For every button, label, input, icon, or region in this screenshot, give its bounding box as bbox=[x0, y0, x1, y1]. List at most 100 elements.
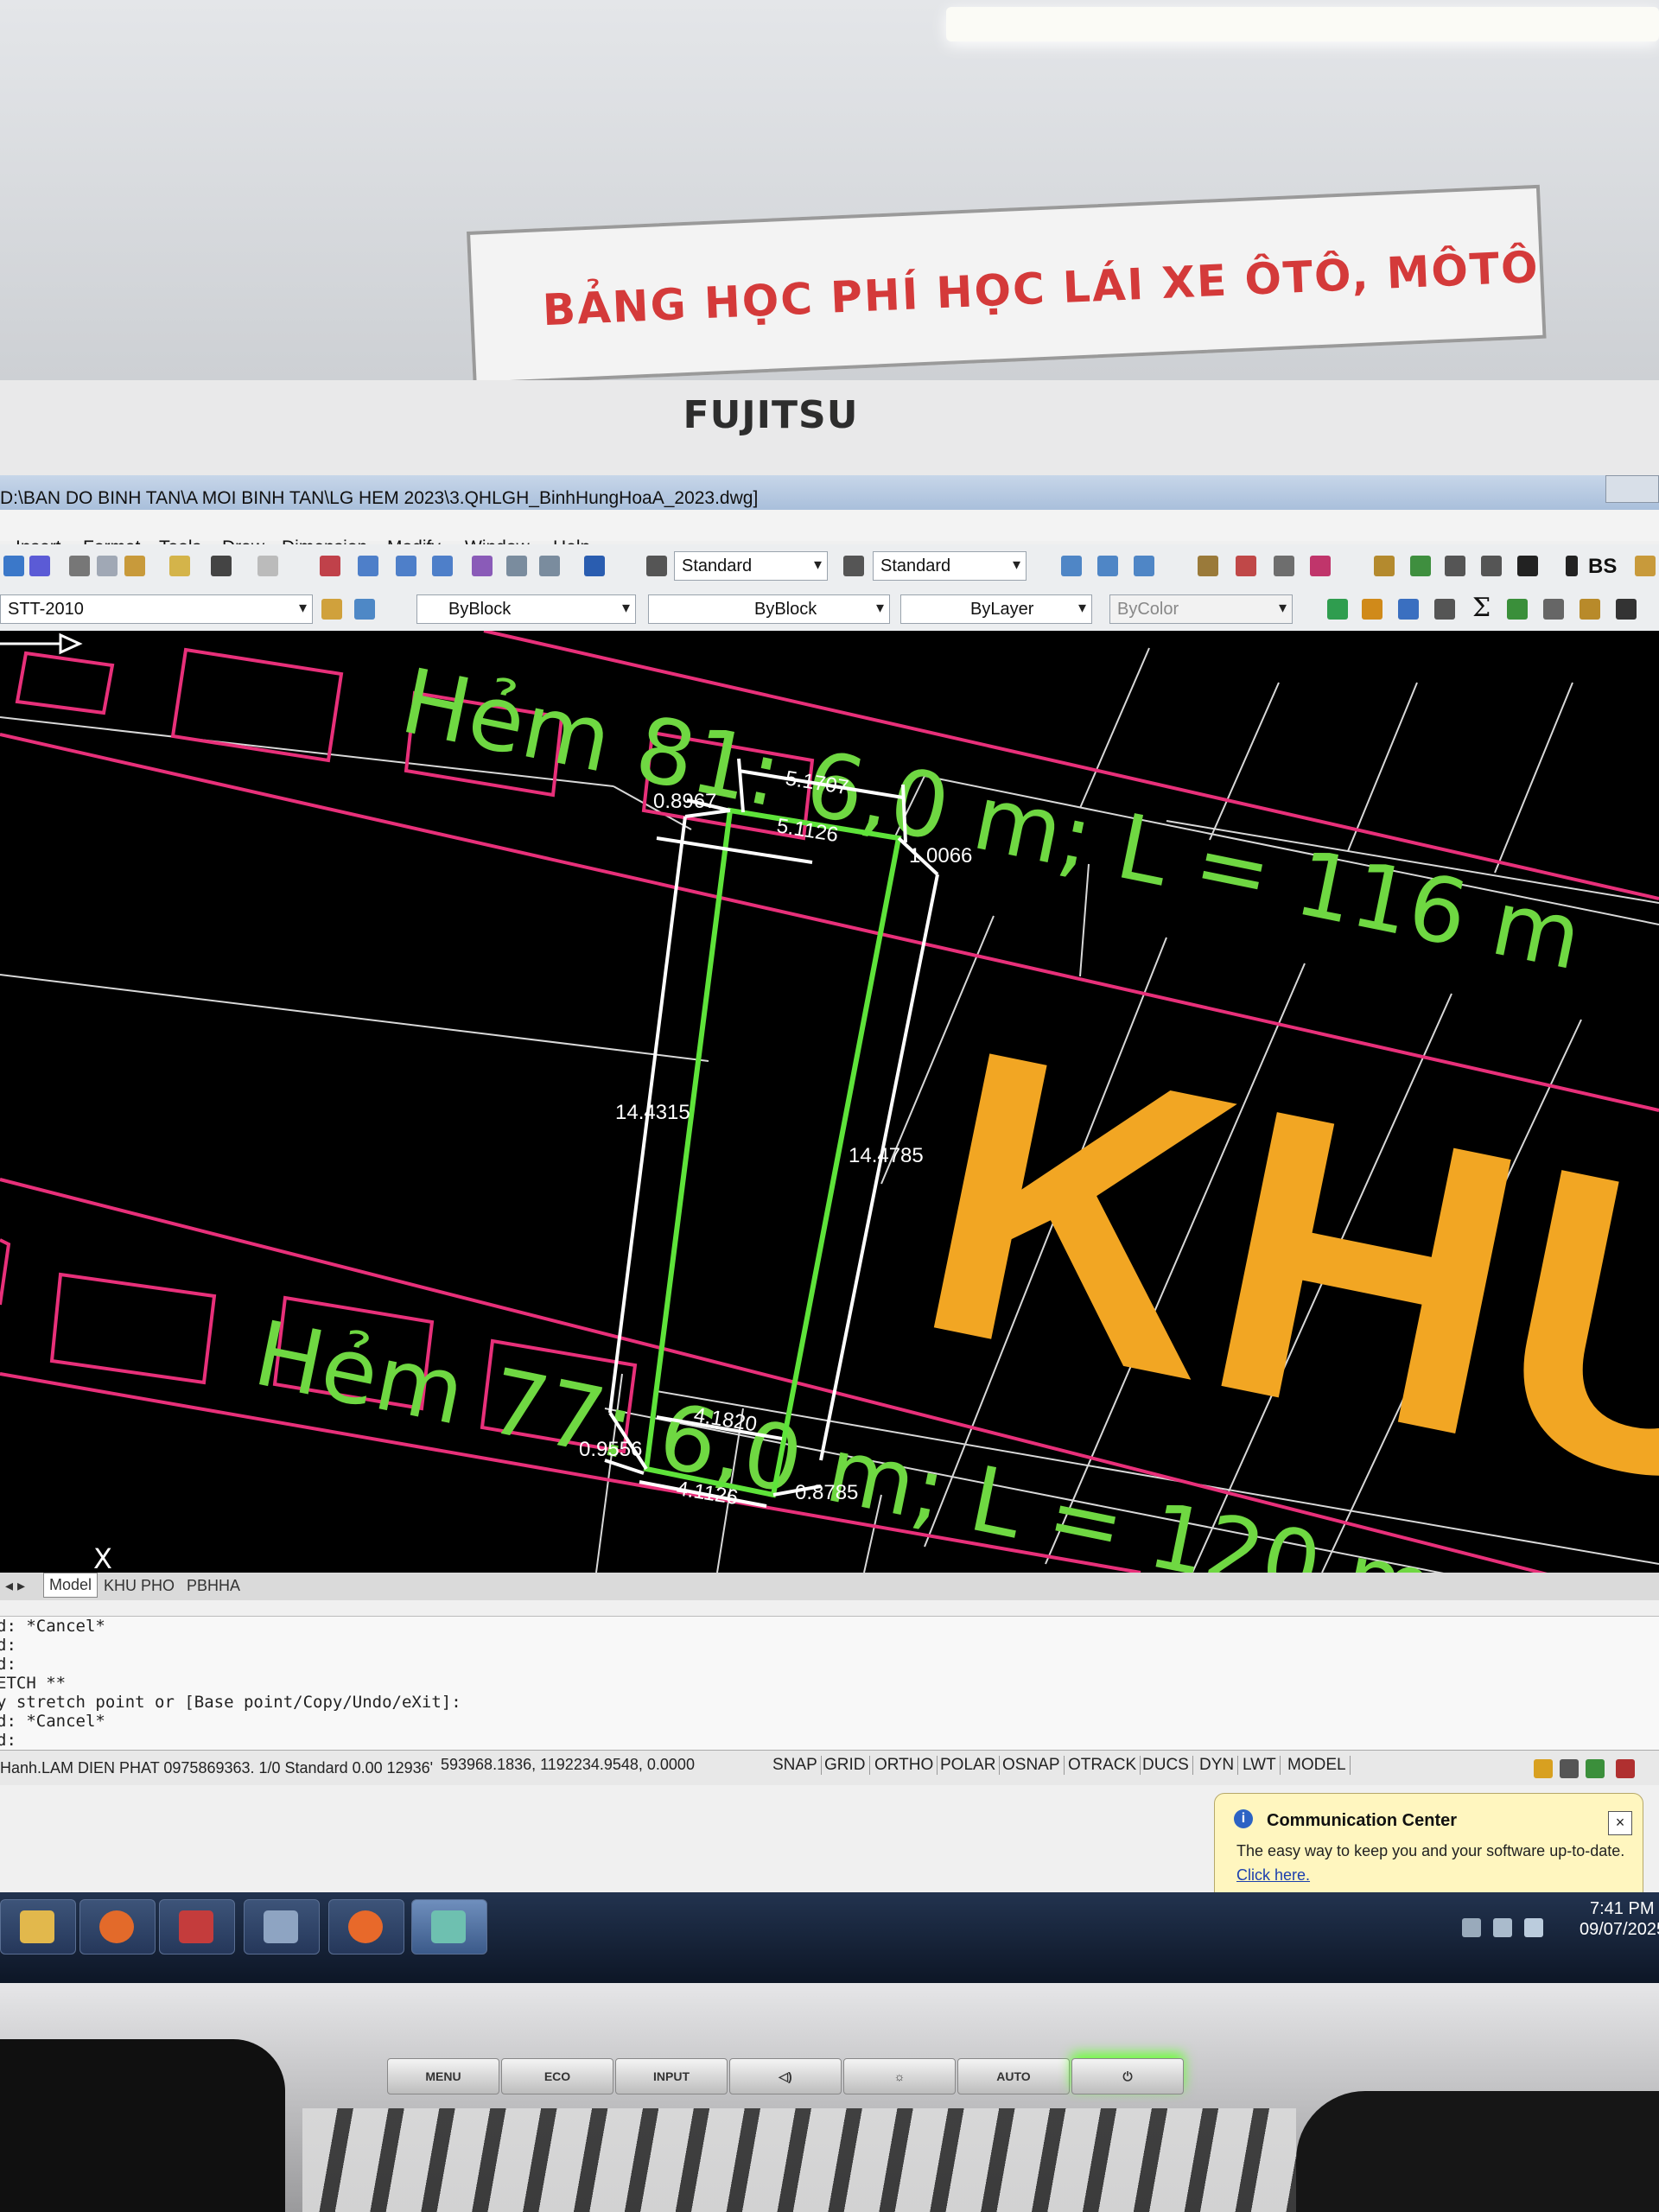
zoom-previous-icon[interactable] bbox=[432, 556, 453, 576]
multileader-icon[interactable] bbox=[1097, 556, 1118, 576]
tool-o-icon[interactable] bbox=[1434, 599, 1455, 620]
tool-r-icon[interactable] bbox=[1580, 599, 1600, 620]
design-center-icon[interactable] bbox=[506, 556, 527, 576]
tool-p-icon[interactable] bbox=[1507, 599, 1528, 620]
monitor-menu-button[interactable]: MENU bbox=[387, 2058, 499, 2094]
text-style-dropdown[interactable]: Standard bbox=[674, 551, 828, 581]
tool-l-icon[interactable] bbox=[1327, 599, 1348, 620]
plot-icon[interactable] bbox=[29, 556, 50, 576]
tool-i-icon[interactable] bbox=[1517, 556, 1538, 576]
tool-k-icon[interactable] bbox=[1635, 556, 1656, 576]
pan-icon[interactable] bbox=[320, 556, 340, 576]
tab-khu-pho[interactable]: KHU PHO bbox=[99, 1574, 180, 1598]
lwt-toggle[interactable]: LWT bbox=[1239, 1756, 1281, 1775]
layer-previous-icon[interactable] bbox=[354, 599, 375, 620]
properties-icon[interactable] bbox=[472, 556, 493, 576]
snap-toggle[interactable]: SNAP bbox=[769, 1756, 822, 1775]
layers-icon[interactable] bbox=[1134, 556, 1154, 576]
table-style-icon[interactable] bbox=[1061, 556, 1082, 576]
minimize-button[interactable] bbox=[1605, 475, 1659, 503]
drawing-canvas[interactable]: Hẻm 81: 6,0 m; L = 116 m Hẻm 77: 6,0 m; … bbox=[0, 631, 1659, 1573]
paste-icon[interactable] bbox=[124, 556, 145, 576]
cut-icon[interactable] bbox=[69, 556, 90, 576]
taskbar-autocad[interactable] bbox=[411, 1899, 487, 1955]
text-style-icon bbox=[646, 556, 667, 576]
tool-e-icon[interactable] bbox=[1374, 556, 1395, 576]
tool-c-icon[interactable] bbox=[1274, 556, 1294, 576]
monitor-brightness-button[interactable]: ☼ bbox=[843, 2058, 956, 2094]
show-hidden-icons-icon[interactable] bbox=[1462, 1918, 1481, 1937]
dyn-toggle[interactable]: DYN bbox=[1196, 1756, 1239, 1775]
layer-properties-icon[interactable] bbox=[321, 599, 342, 620]
command-history-line: d: bbox=[0, 1636, 16, 1655]
tab-model[interactable]: Model bbox=[43, 1573, 99, 1598]
ducs-toggle[interactable]: DUCS bbox=[1139, 1756, 1193, 1775]
tool-s-icon[interactable] bbox=[1616, 599, 1637, 620]
taskbar-firefox[interactable] bbox=[328, 1899, 404, 1955]
copy-icon[interactable] bbox=[97, 556, 118, 576]
dim-top-left-corner-label: 0.8967 bbox=[653, 790, 716, 813]
clock-time[interactable]: 7:41 PM bbox=[1590, 1899, 1654, 1919]
redo-icon[interactable] bbox=[257, 556, 278, 576]
monitor-auto-button[interactable]: AUTO bbox=[957, 2058, 1070, 2094]
clock-date[interactable]: 09/07/2025 bbox=[1580, 1920, 1659, 1940]
grid-toggle[interactable]: GRID bbox=[821, 1756, 870, 1775]
model-toggle[interactable]: MODEL bbox=[1284, 1756, 1351, 1775]
undo-icon[interactable] bbox=[211, 556, 232, 576]
help-icon[interactable] bbox=[584, 556, 605, 576]
command-line-history[interactable]: d: *Cancel* d: d: ETCH ** y stretch poin… bbox=[0, 1616, 1659, 1751]
lock-icon[interactable] bbox=[1560, 1759, 1579, 1778]
tool-f-icon[interactable] bbox=[1410, 556, 1431, 576]
windows-taskbar: 7:41 PM 09/07/2025 bbox=[0, 1892, 1659, 1983]
monitor-volume-button[interactable]: ◁) bbox=[729, 2058, 842, 2094]
monitor-power-button[interactable]: ⏻ bbox=[1071, 2058, 1184, 2094]
osnap-toggle[interactable]: OSNAP bbox=[999, 1756, 1065, 1775]
command-prompt-line[interactable]: d: bbox=[0, 1731, 16, 1750]
zoom-realtime-icon[interactable] bbox=[358, 556, 378, 576]
tool-g-icon[interactable] bbox=[1445, 556, 1465, 576]
monitor-input-button[interactable]: INPUT bbox=[615, 2058, 728, 2094]
tool-q-icon[interactable] bbox=[1543, 599, 1564, 620]
match-properties-icon[interactable] bbox=[169, 556, 190, 576]
tab-pbhha[interactable]: PBHHA bbox=[181, 1574, 245, 1598]
warning-icon[interactable] bbox=[1534, 1759, 1553, 1778]
dimension-style-dropdown[interactable]: Standard bbox=[873, 551, 1027, 581]
tool-n-icon[interactable] bbox=[1398, 599, 1419, 620]
boundary-box-8 bbox=[0, 1238, 11, 1306]
taskbar-app[interactable] bbox=[159, 1899, 235, 1955]
linetype-dropdown[interactable]: ByBlock bbox=[648, 594, 890, 624]
layer-dropdown[interactable]: STT-2010 bbox=[0, 594, 313, 624]
status-tray-icon[interactable] bbox=[1586, 1759, 1605, 1778]
settings-icon[interactable] bbox=[1616, 1759, 1635, 1778]
flag-icon[interactable] bbox=[1524, 1918, 1543, 1937]
autocad-icon bbox=[431, 1910, 466, 1943]
zoom-window-icon[interactable] bbox=[396, 556, 416, 576]
lineweight-dropdown[interactable]: ByLayer bbox=[900, 594, 1092, 624]
tool-a-icon[interactable] bbox=[1198, 556, 1218, 576]
sum-icon[interactable]: Σ bbox=[1472, 593, 1491, 623]
color-dropdown[interactable]: ByBlock bbox=[416, 594, 636, 624]
open-icon[interactable] bbox=[3, 556, 24, 576]
left-speaker bbox=[0, 2039, 285, 2212]
taskbar-media-player[interactable] bbox=[79, 1899, 156, 1955]
polar-toggle[interactable]: POLAR bbox=[937, 1756, 1001, 1775]
coordinate-readout: 593968.1836, 1192234.9548, 0.0000 bbox=[441, 1756, 695, 1773]
tool-j-icon[interactable] bbox=[1566, 556, 1578, 576]
tool-b-icon[interactable] bbox=[1236, 556, 1256, 576]
monitor-eco-button[interactable]: ECO bbox=[501, 2058, 613, 2094]
monitor-brand-logo: FUJITSU bbox=[683, 393, 859, 437]
plot-style-dropdown[interactable]: ByColor bbox=[1109, 594, 1293, 624]
tab-nav-arrows[interactable]: ◂ ▸ bbox=[0, 1574, 30, 1598]
tool-h-icon[interactable] bbox=[1481, 556, 1502, 576]
close-button[interactable]: × bbox=[1608, 1811, 1632, 1835]
click-here-link[interactable]: Click here. bbox=[1236, 1866, 1310, 1885]
taskbar-explorer[interactable] bbox=[0, 1899, 76, 1955]
otrack-toggle[interactable]: OTRACK bbox=[1065, 1756, 1141, 1775]
bs-tool-label[interactable]: BS bbox=[1588, 555, 1617, 579]
tool-d-icon[interactable] bbox=[1310, 556, 1331, 576]
taskbar-calculator[interactable] bbox=[244, 1899, 320, 1955]
tool-palettes-icon[interactable] bbox=[539, 556, 560, 576]
tool-m-icon[interactable] bbox=[1362, 599, 1382, 620]
network-icon[interactable] bbox=[1493, 1918, 1512, 1937]
ortho-toggle[interactable]: ORTHO bbox=[871, 1756, 938, 1775]
